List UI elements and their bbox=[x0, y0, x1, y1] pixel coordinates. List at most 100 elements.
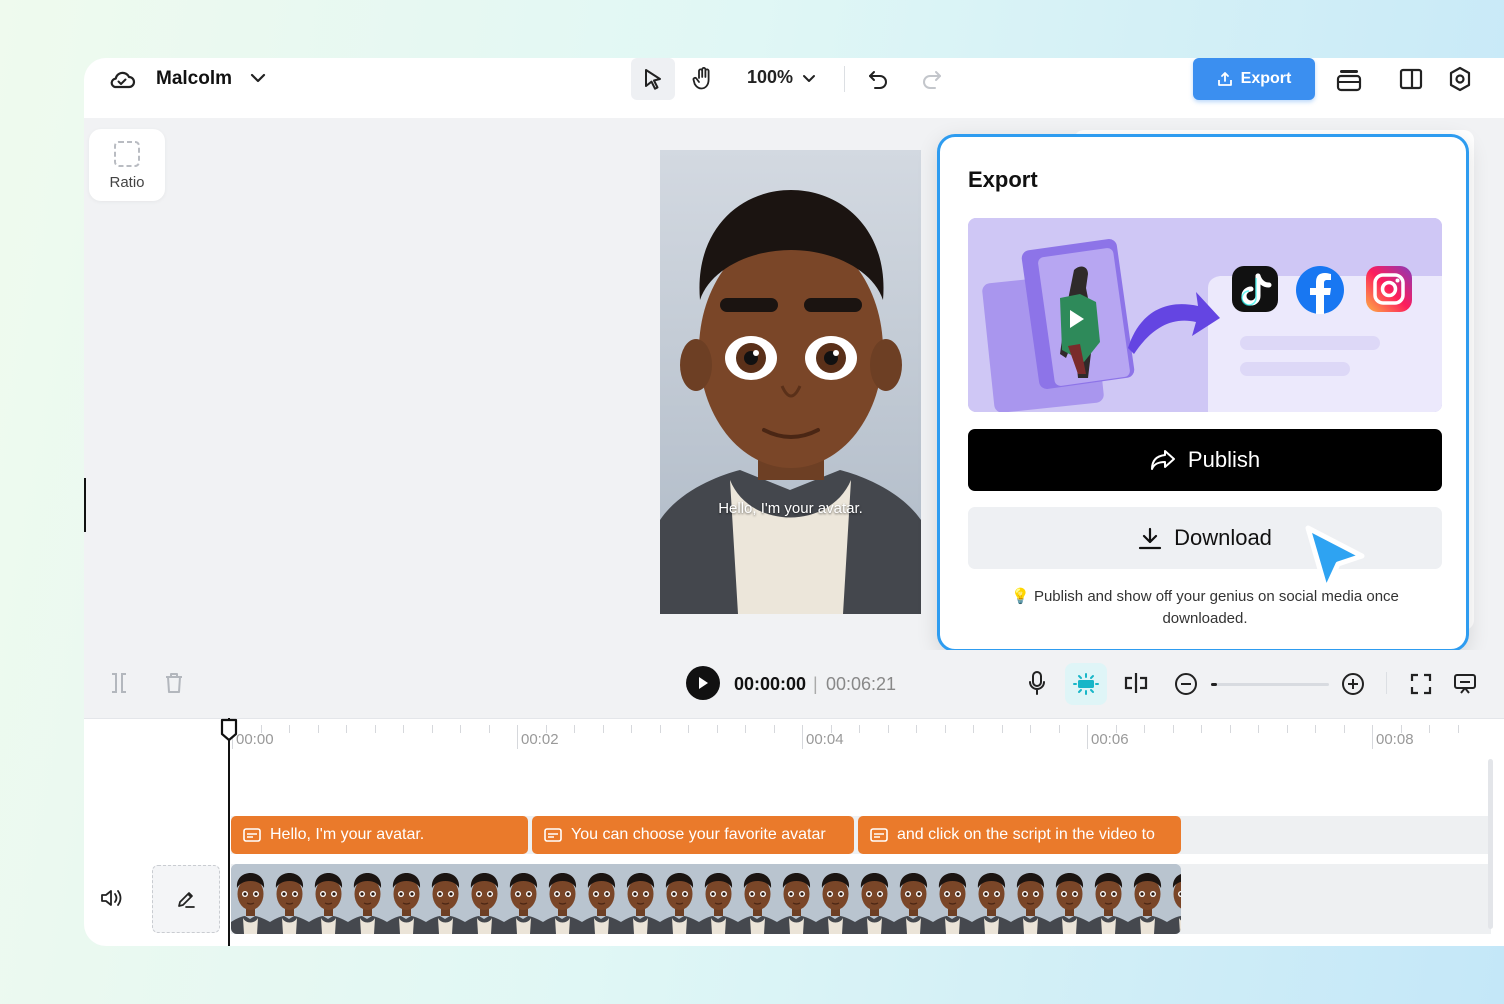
subtitle-clip-text: and click on the script in the video to bbox=[897, 826, 1155, 843]
ruler-major-tick bbox=[802, 725, 803, 749]
volume-icon[interactable] bbox=[98, 885, 124, 911]
panel-resize-handle[interactable] bbox=[84, 478, 86, 532]
export-popup-title: Export bbox=[968, 167, 1038, 192]
video-frame-thumbnail bbox=[426, 864, 465, 934]
subtitle-clip[interactable]: Hello, I'm your avatar. bbox=[231, 816, 528, 854]
video-preview[interactable]: Hello, I'm your avatar. bbox=[660, 150, 921, 614]
undo-icon[interactable] bbox=[864, 66, 892, 92]
ruler-minor-tick bbox=[574, 725, 575, 733]
video-caption[interactable]: Hello, I'm your avatar. bbox=[660, 500, 921, 517]
ruler-minor-tick bbox=[716, 725, 718, 733]
ruler-minor-tick bbox=[745, 725, 746, 733]
ruler-minor-tick bbox=[859, 725, 860, 733]
cloud-icon[interactable] bbox=[108, 66, 136, 94]
export-button[interactable]: Export bbox=[1193, 58, 1315, 100]
download-button[interactable]: Download bbox=[968, 507, 1442, 569]
playback-controls: 00:00:00 | 00:06:21 bbox=[84, 650, 1504, 718]
fullscreen-icon[interactable] bbox=[1407, 670, 1435, 698]
ruler-minor-tick bbox=[1400, 725, 1402, 733]
avatar-image bbox=[660, 150, 921, 614]
ruler-minor-tick bbox=[460, 725, 461, 733]
zoom-level[interactable]: 100% bbox=[747, 67, 793, 88]
ruler-minor-tick bbox=[1286, 725, 1288, 733]
ruler-minor-tick bbox=[545, 725, 547, 733]
ruler-minor-tick bbox=[317, 725, 319, 733]
ruler-major-tick bbox=[517, 725, 518, 749]
video-frame-thumbnail bbox=[660, 864, 699, 934]
delete-icon[interactable] bbox=[161, 670, 187, 696]
video-clip[interactable] bbox=[231, 864, 1181, 934]
ruler-minor-tick bbox=[1030, 725, 1031, 733]
video-frame-thumbnail bbox=[543, 864, 582, 934]
trim-icon[interactable] bbox=[106, 670, 132, 696]
ruler-minor-tick bbox=[1258, 725, 1259, 733]
video-frame-thumbnail bbox=[699, 864, 738, 934]
export-button-label: Export bbox=[1240, 70, 1292, 87]
editor-window: Malcolm 100% Export Ratio Hello, I'm you… bbox=[84, 58, 1504, 946]
ruler-minor-tick bbox=[631, 725, 632, 733]
caption-display-icon[interactable] bbox=[1451, 670, 1479, 698]
video-frame-thumbnail bbox=[621, 864, 660, 934]
ruler-label: 00:02 bbox=[521, 731, 559, 748]
video-frame-thumbnail bbox=[582, 864, 621, 934]
total-duration: 00:06:21 bbox=[826, 674, 897, 694]
ruler-minor-tick bbox=[1343, 725, 1345, 733]
zoom-out-icon[interactable] bbox=[1172, 670, 1200, 698]
chevron-down-icon[interactable] bbox=[248, 68, 268, 88]
zoom-in-icon[interactable] bbox=[1339, 670, 1367, 698]
zoom-chevron-icon[interactable] bbox=[800, 69, 818, 87]
pencil-icon bbox=[178, 892, 195, 908]
ruler-minor-tick bbox=[1001, 725, 1003, 733]
ruler-major-tick bbox=[1087, 725, 1088, 749]
edit-track-button[interactable] bbox=[152, 865, 220, 933]
ratio-button[interactable]: Ratio bbox=[89, 129, 165, 201]
ratio-label: Ratio bbox=[109, 173, 145, 191]
share-illustration bbox=[968, 218, 1442, 412]
timeline-scrollbar[interactable] bbox=[1488, 759, 1493, 929]
auto-caption-button[interactable] bbox=[1065, 663, 1107, 705]
subtitle-track: Hello, I'm your avatar. You can choose y… bbox=[231, 816, 1491, 854]
video-frame-thumbnail bbox=[270, 864, 309, 934]
instagram-icon bbox=[1366, 266, 1412, 312]
project-name[interactable]: Malcolm bbox=[156, 68, 232, 90]
publish-button[interactable]: Publish bbox=[968, 429, 1442, 491]
ruler-minor-tick bbox=[659, 725, 661, 733]
settings-icon[interactable] bbox=[1445, 64, 1475, 94]
ruler-minor-tick bbox=[1429, 725, 1430, 733]
hand-tool-button[interactable] bbox=[684, 58, 722, 100]
playhead-handle[interactable] bbox=[220, 718, 238, 742]
play-button[interactable] bbox=[686, 666, 720, 700]
hand-icon bbox=[692, 67, 710, 90]
download-icon bbox=[1138, 527, 1162, 550]
ruler-minor-tick bbox=[374, 725, 376, 733]
divider bbox=[1386, 672, 1387, 694]
ruler-minor-tick bbox=[944, 725, 946, 733]
select-tool-button[interactable] bbox=[631, 58, 675, 100]
playhead[interactable] bbox=[228, 718, 230, 946]
video-frame-thumbnail bbox=[387, 864, 426, 934]
timeline[interactable]: 00:00 00:02 00:04 00:06 00:08 Hello, I'm you… bbox=[84, 718, 1504, 946]
current-time: 00:00:00 bbox=[734, 674, 807, 694]
split-icon[interactable] bbox=[1122, 668, 1150, 698]
video-frame-thumbnail bbox=[777, 864, 816, 934]
ruler-minor-tick bbox=[431, 725, 433, 733]
subtitle-clip[interactable]: You can choose your favorite avatar bbox=[532, 816, 854, 854]
ruler-minor-tick bbox=[916, 725, 917, 733]
ruler-minor-tick bbox=[1115, 725, 1117, 733]
redo-icon[interactable] bbox=[918, 66, 946, 92]
video-frame-thumbnail bbox=[972, 864, 1011, 934]
subtitle-clip[interactable]: and click on the script in the video to bbox=[858, 816, 1181, 854]
video-frame-thumbnail bbox=[855, 864, 894, 934]
export-note: 💡 Publish and show off your genius on so… bbox=[968, 586, 1442, 630]
lightbulb-icon: 💡 bbox=[1011, 588, 1030, 605]
microphone-icon[interactable] bbox=[1024, 668, 1050, 698]
ruler-label: 00:00 bbox=[236, 731, 274, 748]
share-icon bbox=[1150, 450, 1175, 470]
ruler-label: 00:06 bbox=[1091, 731, 1129, 748]
split-panel-icon[interactable] bbox=[1396, 64, 1426, 94]
layers-icon[interactable] bbox=[1334, 64, 1364, 94]
export-popup: Export Publish Download 💡 Publish and sh… bbox=[937, 134, 1469, 652]
video-frame-thumbnail bbox=[1011, 864, 1050, 934]
zoom-slider[interactable] bbox=[1211, 683, 1329, 686]
pointer-icon bbox=[645, 69, 661, 90]
